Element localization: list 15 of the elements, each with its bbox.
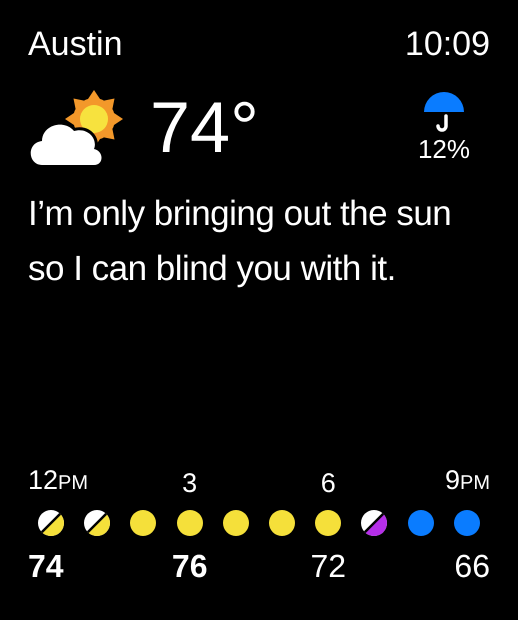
hour-temperature: 72: [310, 547, 346, 586]
hour-label: 12PM: [28, 464, 88, 497]
hour-label: 3: [182, 467, 198, 500]
partly-cloudy-icon: [28, 89, 124, 167]
umbrella-icon: [424, 92, 464, 134]
current-temperature: 74°: [150, 88, 259, 168]
city-name: Austin: [28, 24, 122, 65]
hour-temperature: 74: [28, 547, 64, 586]
hour-temperature: 66: [454, 547, 490, 586]
hour-label: 6: [320, 467, 336, 500]
hour-label: 9PM: [444, 464, 490, 497]
precipitation-chance: 12%: [418, 134, 470, 164]
clock-time: 10:09: [404, 24, 490, 65]
weather-quote: I’m only bringing out the sun so I can blind you with it.: [28, 193, 452, 290]
hour-temperature: 76: [172, 547, 208, 586]
